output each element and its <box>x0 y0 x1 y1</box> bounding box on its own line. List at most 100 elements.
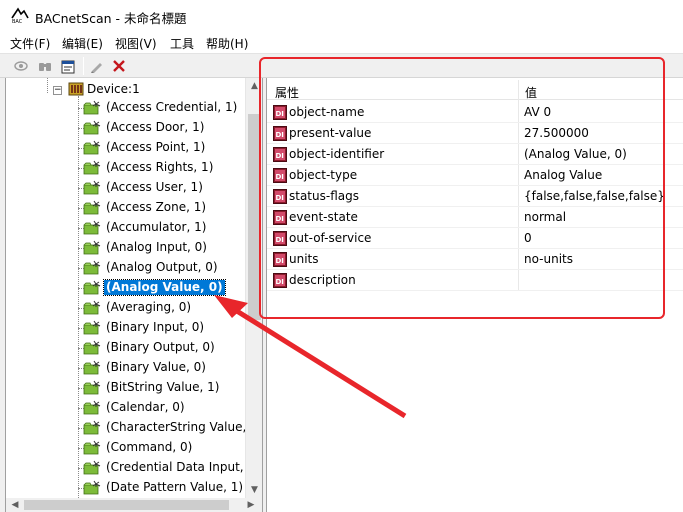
tree-item[interactable]: (Access User, 1) <box>78 178 245 198</box>
tree-item[interactable]: (Analog Output, 0) <box>78 258 245 278</box>
tree-item-label[interactable]: (Access Point, 1) <box>104 140 207 155</box>
property-name: object-name <box>289 105 365 119</box>
tree-item[interactable]: (Analog Input, 0) <box>78 238 245 258</box>
folder-icon <box>83 120 101 135</box>
property-row[interactable]: DI description <box>267 270 683 291</box>
bacnet-app-icon: BAC <box>11 7 29 24</box>
scroll-left-arrow-icon[interactable]: ◀ <box>8 497 22 512</box>
tree-item-label[interactable]: (Access Credential, 1) <box>104 100 239 115</box>
tree-item[interactable]: (Access Rights, 1) <box>78 158 245 178</box>
menu-edit[interactable]: 编辑(E) <box>62 35 103 52</box>
tree-item-label[interactable]: (Binary Value, 0) <box>104 360 208 375</box>
delete-x-icon[interactable] <box>110 57 128 75</box>
tree-item-label[interactable]: (Averaging, 0) <box>104 300 193 315</box>
eye-icon[interactable] <box>12 57 30 75</box>
scroll-thumb[interactable] <box>248 114 261 320</box>
tree-item-label[interactable]: (Binary Output, 0) <box>104 340 217 355</box>
scroll-down-arrow-icon[interactable]: ▼ <box>246 482 263 498</box>
tree-item[interactable]: (Binary Value, 0) <box>78 358 245 378</box>
menu-help[interactable]: 帮助(H) <box>206 35 248 52</box>
tree-item[interactable]: (Accumulator, 1) <box>78 218 245 238</box>
property-row[interactable]: DI status-flags {false,false,false,false} <box>267 186 683 207</box>
property-row[interactable]: DI object-name AV 0 <box>267 102 683 123</box>
tree-item-label[interactable]: (Access User, 1) <box>104 180 205 195</box>
tree-device-label[interactable]: Device:1 <box>87 82 140 96</box>
property-name: object-identifier <box>289 147 385 161</box>
window-title: BACnetScan - 未命名標題 <box>35 11 187 26</box>
tree-item[interactable]: (Calendar, 0) <box>78 398 245 418</box>
property-icon: DI <box>273 210 287 225</box>
tree-item[interactable]: (Date Pattern Value, 1) <box>78 478 245 498</box>
tree-item-label[interactable]: (CharacterString Value, 1 <box>104 420 245 435</box>
menu-view[interactable]: 视图(V) <box>115 35 157 52</box>
tree-item-label[interactable]: (Access Door, 1) <box>104 120 206 135</box>
property-list[interactable]: 属性 值 DI object-name AV 0 DI present-value 27.… <box>267 78 683 512</box>
tree-item[interactable]: (Binary Output, 0) <box>78 338 245 358</box>
folder-icon <box>83 440 101 455</box>
tree-item-label[interactable]: (Binary Input, 0) <box>104 320 206 335</box>
property-row[interactable]: DI object-identifier (Analog Value, 0) <box>267 144 683 165</box>
tree-item[interactable]: (Access Door, 1) <box>78 118 245 138</box>
title-bar: BAC BACnetScan - 未命名標題 <box>0 0 683 31</box>
property-row[interactable]: DI present-value 27.500000 <box>267 123 683 144</box>
column-header-value[interactable]: 值 <box>525 84 537 101</box>
svg-text:DI: DI <box>276 257 284 265</box>
object-tree[interactable]: − Device:1 (Access Credential, 1) (Access… <box>6 78 245 512</box>
folder-icon <box>83 320 101 335</box>
folder-icon <box>83 260 101 275</box>
tree-vertical-scrollbar[interactable]: ▲ ▼ <box>245 78 262 498</box>
property-value: 27.500000 <box>524 126 589 140</box>
tree-item-label[interactable]: (Calendar, 0) <box>104 400 187 415</box>
property-name: event-state <box>289 210 358 224</box>
scroll-up-arrow-icon[interactable]: ▲ <box>246 78 263 94</box>
tree-item-label[interactable]: (Analog Output, 0) <box>104 260 220 275</box>
property-name: status-flags <box>289 189 359 203</box>
tree-collapse-toggle[interactable]: − <box>53 86 62 95</box>
folder-icon <box>83 200 101 215</box>
tree-item-label[interactable]: (Access Rights, 1) <box>104 160 215 175</box>
svg-text:DI: DI <box>276 215 284 223</box>
h-scroll-thumb[interactable] <box>24 500 229 510</box>
menu-file[interactable]: 文件(F) <box>10 35 50 52</box>
pencil-icon[interactable] <box>88 57 106 75</box>
property-name: present-value <box>289 126 372 140</box>
property-row[interactable]: DI units no-units <box>267 249 683 270</box>
menu-tools[interactable]: 工具 <box>170 35 194 52</box>
tree-item-label[interactable]: (Date Pattern Value, 1) <box>104 480 245 495</box>
main-area: − Device:1 (Access Credential, 1) (Access… <box>0 78 683 512</box>
folder-icon <box>83 140 101 155</box>
tree-item-label[interactable]: (Command, 0) <box>104 440 194 455</box>
binoculars-icon[interactable] <box>36 57 54 75</box>
tree-item-label[interactable]: (Accumulator, 1) <box>104 220 208 235</box>
property-row[interactable]: DI out-of-service 0 <box>267 228 683 249</box>
tree-item[interactable]: (Access Point, 1) <box>78 138 245 158</box>
tree-item-label[interactable]: (Access Zone, 1) <box>104 200 208 215</box>
tree-item-label[interactable]: (Analog Input, 0) <box>104 240 209 255</box>
property-value: {false,false,false,false} <box>524 189 665 203</box>
tree-item[interactable]: (Credential Data Input, 1 <box>78 458 245 478</box>
property-icon: DI <box>273 105 287 120</box>
tree-item[interactable]: (Analog Value, 0) <box>78 278 245 298</box>
tree-item-label[interactable]: (Credential Data Input, 1 <box>104 460 245 475</box>
tree-item[interactable]: (BitString Value, 1) <box>78 378 245 398</box>
property-row[interactable]: DI event-state normal <box>267 207 683 228</box>
tree-item[interactable]: (Command, 0) <box>78 438 245 458</box>
column-header-property[interactable]: 属性 <box>275 84 299 101</box>
folder-icon <box>83 280 101 295</box>
property-icon: DI <box>273 252 287 267</box>
tree-item-label[interactable]: (BitString Value, 1) <box>104 380 221 395</box>
tree-item[interactable]: (Binary Input, 0) <box>78 318 245 338</box>
tree-item-label-selected[interactable]: (Analog Value, 0) <box>103 279 226 296</box>
property-value: 0 <box>524 231 532 245</box>
tree-item[interactable]: (CharacterString Value, 1 <box>78 418 245 438</box>
tree-item[interactable]: (Access Credential, 1) <box>78 98 245 118</box>
folder-icon <box>83 400 101 415</box>
tree-horizontal-scrollbar[interactable]: ◀ ▶ <box>6 498 262 512</box>
properties-icon[interactable] <box>59 57 77 75</box>
tree-item[interactable]: (Access Zone, 1) <box>78 198 245 218</box>
property-row[interactable]: DI object-type Analog Value <box>267 165 683 186</box>
property-icon: DI <box>273 189 287 204</box>
folder-icon <box>83 240 101 255</box>
tree-item[interactable]: (Averaging, 0) <box>78 298 245 318</box>
scroll-right-arrow-icon[interactable]: ▶ <box>244 497 258 512</box>
